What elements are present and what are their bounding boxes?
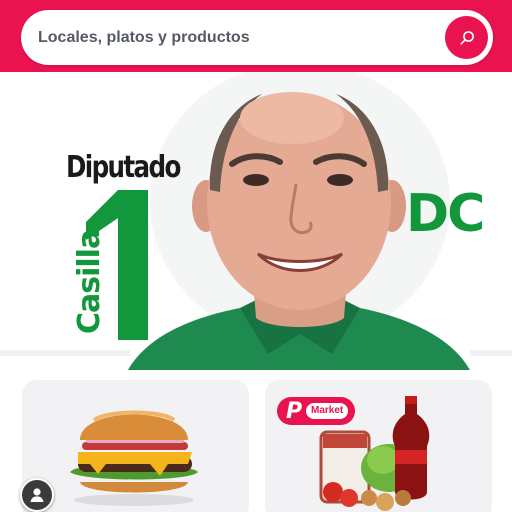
search-input[interactable]: [38, 10, 438, 65]
search-bar[interactable]: [21, 10, 493, 65]
user-icon: [30, 488, 44, 502]
search-button[interactable]: [445, 16, 488, 59]
category-card-food[interactable]: [22, 380, 249, 512]
banner-title: Diputado: [66, 150, 181, 185]
party-name: DC: [406, 184, 485, 244]
promo-banner[interactable]: Diputado DC Casilla: [0, 72, 512, 370]
market-logo-letter: P: [286, 398, 303, 424]
burger-image: [70, 410, 198, 506]
banner-side-text: Casilla: [72, 229, 107, 334]
market-logo-label: Market: [306, 403, 349, 419]
search-icon: [459, 30, 474, 45]
profile-button[interactable]: [20, 478, 54, 512]
category-card-market[interactable]: P Market: [265, 380, 492, 512]
market-logo: P Market: [277, 397, 355, 425]
app-header: [0, 0, 512, 72]
